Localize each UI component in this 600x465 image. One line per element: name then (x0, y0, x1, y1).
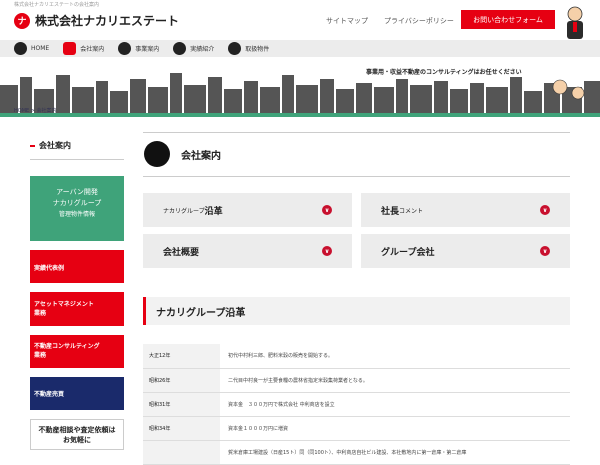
nav-properties[interactable]: 取扱物件 (228, 42, 269, 55)
sidebar-trade-button[interactable]: 不動産売買 (30, 377, 124, 410)
history-table: 大正12年 初代中村利三郎、肥料米穀の販売を開始する。 昭和26年 二代目中村良一が… (143, 344, 570, 465)
card-overview[interactable]: 会社概要 ∨ (143, 234, 352, 268)
nav-label: 取扱物件 (245, 46, 270, 53)
banner-text: 事業用・収益不動産のコンサルティングはお任せください (366, 69, 522, 76)
table-row: 昭和26年 二代目中村良一が主要食糧の農林省指定米穀集荷業者となる。 (143, 368, 570, 393)
event-cell: 資本金１０００万円に増資 (220, 416, 570, 441)
banner-line: ナカリグループ (52, 199, 102, 207)
event-cell: 初代中村利三郎、肥料米穀の販売を開始する。 (220, 344, 570, 369)
nav-home[interactable]: HOME (14, 42, 49, 55)
card-label: 沿革 (204, 206, 223, 217)
sitemap-link[interactable]: サイトマップ (326, 16, 368, 26)
nav-label: 事業案内 (135, 46, 160, 53)
button-label: 不動産コンサルティング (34, 343, 100, 350)
card-president[interactable]: 社長 コメント ∨ (361, 193, 570, 227)
nav-label: HOME (31, 45, 50, 52)
button-label: 業務 (34, 310, 47, 317)
page-title: 会社案内 (181, 151, 221, 162)
table-row: 昭和34年 資本金１０００万円に増資 (143, 416, 570, 441)
sidebar-consult-banner[interactable]: 不動産相談や査定依頼は お気軽に (30, 419, 124, 450)
event-cell: 資本金 ３００万円で株式会社 中利商店を設立 (220, 392, 570, 417)
card-group[interactable]: グループ会社 ∨ (361, 234, 570, 268)
properties-icon (228, 42, 242, 55)
chevron-down-icon: ∨ (540, 246, 550, 256)
company-building-icon (144, 141, 170, 167)
banner-line: アーバン開発 (56, 188, 98, 196)
chevron-down-icon: ∨ (540, 205, 550, 215)
year-cell: 昭和26年 (143, 368, 220, 393)
business-icon (118, 42, 132, 55)
table-row: 賀米倉庫工場建設（日産15ト）同（同100ト）、中利商店自社ビル建設、本社敷地内… (143, 440, 570, 465)
nav-label: 会社案内 (80, 46, 105, 53)
main-nav: HOME 会社案内 事業案内 実績紹介 取扱物件 (0, 40, 600, 57)
table-row: 昭和31年 資本金 ３００万円で株式会社 中利商店を設立 (143, 392, 570, 417)
breadcrumb[interactable]: HOME > 会社案内 (14, 107, 57, 114)
card-history[interactable]: ナカリグループ 沿革 ∨ (143, 193, 352, 227)
nav-label: 実績紹介 (190, 46, 215, 53)
year-cell: 昭和34年 (143, 416, 220, 441)
sidebar-consulting-button[interactable]: 不動産コンサルティング 業務 (30, 335, 124, 368)
card-suffix: コメント (399, 207, 424, 215)
section-heading: ナカリグループ沿革 (143, 297, 570, 325)
skyline-banner (0, 57, 600, 117)
table-row: 大正12年 初代中村利三郎、肥料米穀の販売を開始する。 (143, 344, 570, 369)
logo-icon: ナ (14, 12, 30, 29)
card-label: 社長 (381, 206, 400, 217)
privacy-link[interactable]: プライバシーポリシー (384, 16, 454, 26)
main-top-divider (143, 132, 570, 133)
nav-results[interactable]: 実績紹介 (173, 42, 214, 55)
year-cell: 大正12年 (143, 344, 220, 369)
button-label: 実績代表例 (34, 265, 65, 272)
chevron-down-icon: ∨ (322, 205, 332, 215)
nav-business[interactable]: 事業案内 (118, 42, 159, 55)
button-label: 業務 (34, 352, 47, 359)
site-tagline: 株式会社ナカリエステートの会社案内 (14, 2, 100, 8)
title-divider (143, 176, 570, 177)
home-icon (14, 42, 27, 55)
event-cell: 賀米倉庫工場建設（日産15ト）同（同100ト）、中利商店自社ビル建設、本社敷地内… (220, 440, 570, 465)
company-icon (63, 42, 77, 55)
banner-line: 不動産相談や査定依頼は (38, 426, 116, 434)
sidebar-results-button[interactable]: 実績代表例 (30, 250, 124, 283)
sidebar-title: 会社案内 (30, 140, 71, 151)
contact-button[interactable]: お問い合わせフォーム (461, 10, 555, 29)
event-cell: 二代目中村良一が主要食糧の農林省指定米穀集荷業者となる。 (220, 368, 570, 393)
button-label: 不動産売買 (34, 391, 65, 398)
sidebar-urban-banner[interactable]: アーバン開発 ナカリグループ 管理物件情報 (30, 176, 124, 241)
site-logo[interactable]: ナ 株式会社ナカリエステート (14, 12, 179, 29)
nav-company[interactable]: 会社案内 (63, 42, 104, 55)
sidebar-asset-button[interactable]: アセットマネジメント 業務 (30, 292, 124, 326)
chevron-down-icon: ∨ (322, 246, 332, 256)
mascot-illustration (567, 6, 583, 39)
results-icon (173, 42, 187, 55)
button-label: アセットマネジメント (34, 301, 94, 308)
logo-text: 株式会社ナカリエステート (35, 14, 180, 28)
sidebar-divider (30, 159, 124, 160)
banner-line: 管理物件情報 (58, 211, 95, 218)
year-cell: 昭和31年 (143, 392, 220, 417)
card-prefix: ナカリグループ (163, 207, 205, 215)
banner-line: お気軽に (63, 436, 91, 444)
card-label: グループ会社 (381, 247, 435, 258)
card-label: 会社概要 (163, 247, 200, 258)
year-cell (143, 440, 220, 465)
